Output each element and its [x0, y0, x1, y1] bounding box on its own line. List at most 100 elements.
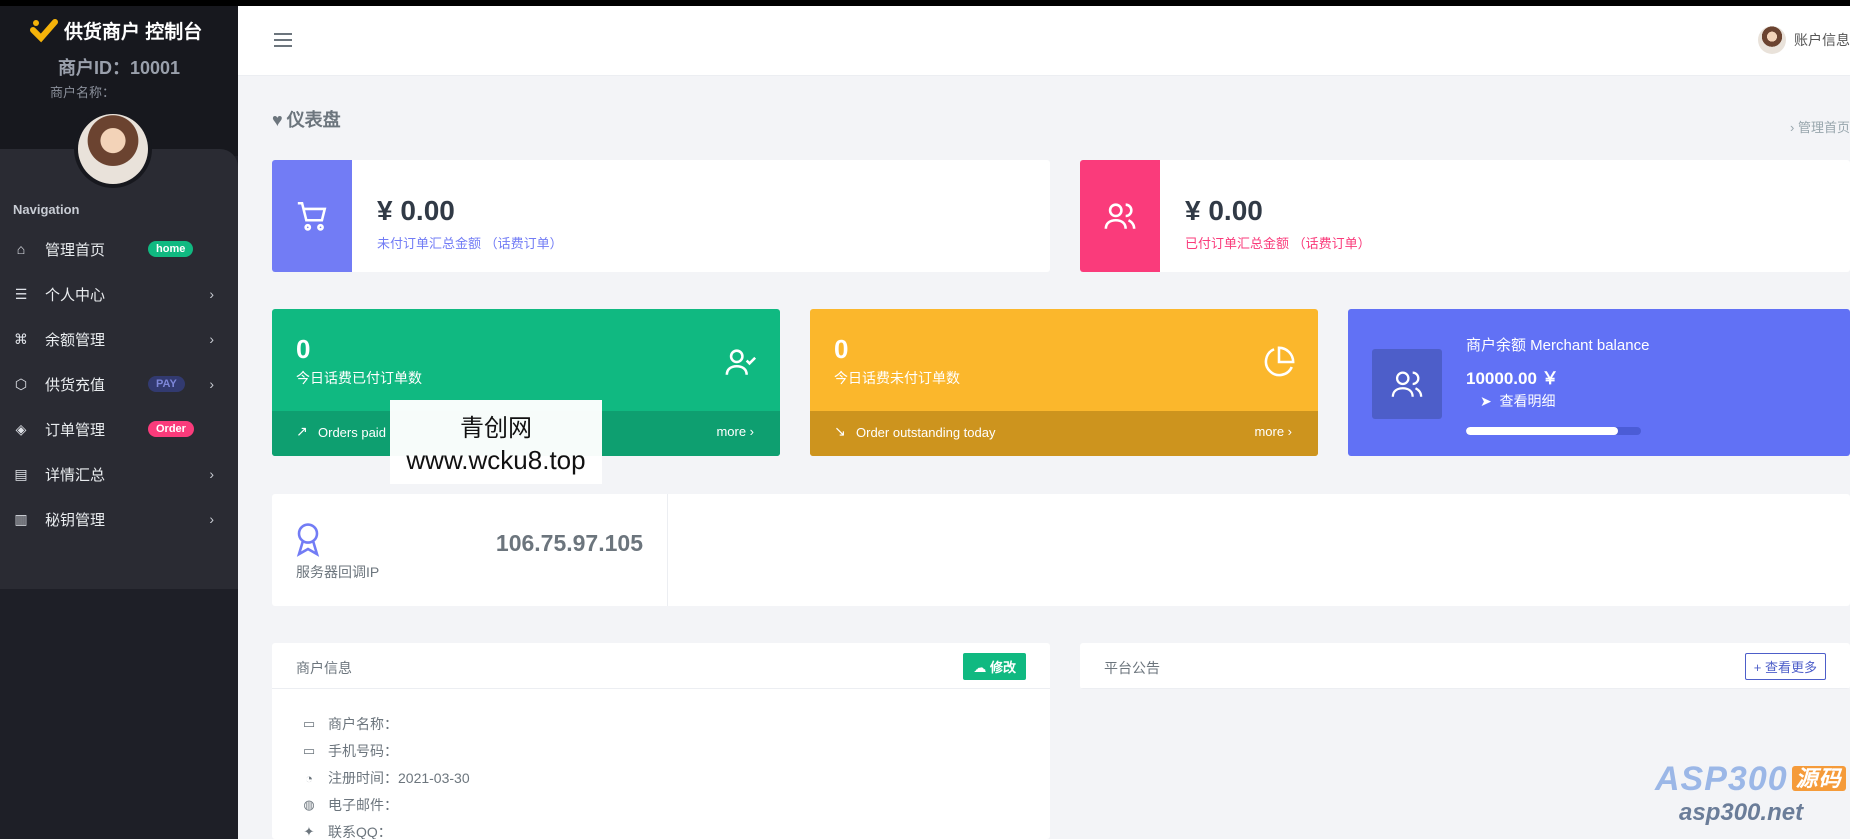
edit-button-label: 修改	[989, 660, 1016, 675]
edit-button[interactable]: ☁ 修改	[963, 653, 1026, 680]
server-ip-label: 服务器回调IP	[296, 564, 380, 580]
paid-orders-footer-text: Orders paid	[318, 425, 386, 440]
merchant-info-header: 商户信息 ☁ 修改	[272, 643, 1050, 689]
unpaid-orders-footer[interactable]: ↘ Order outstanding today more ›	[810, 411, 1318, 456]
avatar[interactable]	[78, 114, 148, 184]
sidebar-item-details[interactable]: ▤ 详情汇总 ›	[0, 454, 238, 494]
view-details-link[interactable]: ➤ 查看明细	[1480, 391, 1556, 411]
topbar: 账户信息	[238, 6, 1850, 76]
sidebar-item-label: 个人中心	[45, 286, 106, 304]
server-ip-value: 106.75.97.105	[495, 530, 643, 556]
balance-progress-fill	[1466, 427, 1619, 435]
pay-badge: PAY	[148, 376, 185, 392]
globe-icon: ◍	[303, 797, 315, 812]
send-icon: ➤	[1480, 393, 1492, 409]
info-row-label: 商户名称：	[328, 716, 398, 732]
avatar-frame	[74, 110, 152, 188]
sidebar-item-keys[interactable]: ▥ 秘钥管理 ›	[0, 499, 238, 539]
notice-title: 平台公告	[1104, 660, 1160, 676]
sidebar-item-label: 管理首页	[45, 241, 106, 259]
unpaid-orders-footer-text: Order outstanding today	[856, 425, 996, 440]
paid-orders-count: 0	[296, 334, 311, 364]
corner-watermark: ASP300 源码 asp300.net	[1655, 760, 1846, 827]
avatar	[1758, 26, 1786, 54]
twitter-icon: ✦	[303, 824, 315, 839]
chevron-right-icon: ›	[209, 331, 214, 347]
view-more-button[interactable]: + 查看更多	[1744, 653, 1826, 680]
sidebar-item-orders[interactable]: ◈ 订单管理 Order	[0, 409, 238, 449]
sidebar-item-balance[interactable]: ⌘ 余额管理 ›	[0, 319, 238, 359]
more-link[interactable]: more ›	[716, 424, 754, 439]
unpaid-orders-label: 今日话费未付订单数	[834, 370, 960, 386]
user-check-icon	[724, 345, 758, 387]
info-row-registered: ◔ 注册时间：2021-03-30	[302, 768, 470, 788]
server-ip-section: 106.75.97.105 服务器回调IP	[272, 494, 668, 606]
merchant-info-panel: 商户信息 ☁ 修改 ▭ 商户名称： ▭ 手机号码： ◔ 注册时间：2021-03-30…	[272, 643, 1050, 839]
sidebar-item-label: 余额管理	[45, 331, 106, 349]
unpaid-orders-card: 0 今日话费未付订单数 ↘ Order outstanding today mo…	[810, 309, 1318, 456]
merchant-info-title: 商户信息	[296, 660, 352, 676]
brand-title: 供货商户 控制台	[64, 21, 203, 43]
trending-up-icon: ↗	[296, 423, 308, 439]
info-row-label: 手机号码：	[328, 743, 398, 759]
view-details-label: 查看明细	[1499, 393, 1556, 409]
chevron-right-icon: ›	[209, 376, 214, 392]
box-icon: ⬡	[14, 375, 28, 392]
command-icon: ⌘	[14, 330, 28, 347]
corner-watermark-text: ASP300	[1655, 760, 1788, 798]
account-menu[interactable]: 账户信息	[1758, 26, 1850, 54]
pie-chart-icon	[1262, 345, 1296, 387]
page-title-text: 仪表盘	[286, 110, 341, 130]
watermark-line1: 青创网	[460, 415, 532, 442]
info-row-label: 注册时间：2021-03-30	[328, 770, 470, 786]
monitor-icon: ▭	[302, 716, 316, 731]
info-row-label: 电子邮件：	[328, 797, 398, 813]
info-row-qq: ✦ 联系QQ：	[302, 822, 392, 839]
corner-watermark-tag: 源码	[1791, 766, 1846, 791]
monitor-icon: ▭	[302, 743, 316, 758]
info-row-email: ◍ 电子邮件：	[302, 795, 398, 815]
unpaid-amount-value: ¥ 0.00	[377, 195, 455, 226]
order-badge: Order	[148, 421, 194, 437]
breadcrumb[interactable]: › 管理首页	[1790, 117, 1850, 136]
chevron-right-icon: ›	[209, 466, 214, 482]
paid-amount-value: ¥ 0.00	[1185, 195, 1263, 226]
sidebar-item-label: 详情汇总	[45, 466, 106, 484]
sidebar: 供货商户 控制台 商户ID：10001 商户名称： Navigation ⌂ 管…	[0, 6, 238, 839]
sidebar-item-label: 秘钥管理	[45, 511, 106, 529]
merchant-id: 商户ID：10001	[57, 58, 181, 78]
home-badge: home	[148, 241, 194, 257]
paid-orders-label: 今日话费已付订单数	[296, 370, 422, 386]
watermark-box: 青创网 www.wcku8.top	[390, 400, 602, 484]
brand[interactable]: 供货商户 控制台	[30, 16, 202, 44]
nav-title: Navigation	[13, 202, 80, 217]
unpaid-amount-card: ¥ 0.00 未付订单汇总金额 （话费订单）	[272, 160, 1050, 272]
unpaid-amount-label: 未付订单汇总金额 （话费订单）	[377, 236, 563, 251]
merchant-name: 商户名称：	[50, 85, 116, 100]
server-ip-card: 106.75.97.105 服务器回调IP	[272, 494, 1850, 606]
sidebar-item-label: 供货充值	[45, 376, 106, 394]
info-row-label: 联系QQ：	[328, 824, 392, 839]
paid-amount-label: 已付订单汇总金额 （话费订单）	[1185, 236, 1371, 251]
sidebar-item-profile[interactable]: ☰ 个人中心 ›	[0, 274, 238, 314]
page-title: ♥ 仪表盘	[272, 106, 341, 132]
clock-icon: ◔	[305, 770, 313, 786]
logo-icon	[30, 19, 58, 43]
balance-title: 商户余额 Merchant balance	[1466, 337, 1650, 354]
cart-icon	[272, 160, 352, 272]
corner-watermark-url: asp300.net	[1679, 799, 1804, 826]
watermark-line2: www.wcku8.top	[406, 445, 586, 475]
info-row-name: ▭ 商户名称：	[302, 714, 398, 734]
home-icon: ⌂	[16, 241, 26, 257]
sidebar-item-recharge[interactable]: ⬡ 供货充值 PAY ›	[0, 364, 238, 404]
trending-down-icon: ↘	[834, 423, 846, 439]
document-icon: ▤	[14, 465, 28, 482]
sidebar-item-home[interactable]: ⌂ 管理首页 home	[0, 229, 238, 269]
info-row-phone: ▭ 手机号码：	[302, 741, 398, 761]
paid-amount-card: ¥ 0.00 已付订单汇总金额 （话费订单）	[1080, 160, 1850, 272]
menu-toggle-icon[interactable]	[274, 33, 292, 47]
more-link[interactable]: more ›	[1254, 424, 1292, 439]
balance-progress	[1466, 427, 1641, 435]
account-label: 账户信息	[1794, 32, 1850, 48]
balance-amount: 10000.00 ￥	[1466, 369, 1559, 388]
